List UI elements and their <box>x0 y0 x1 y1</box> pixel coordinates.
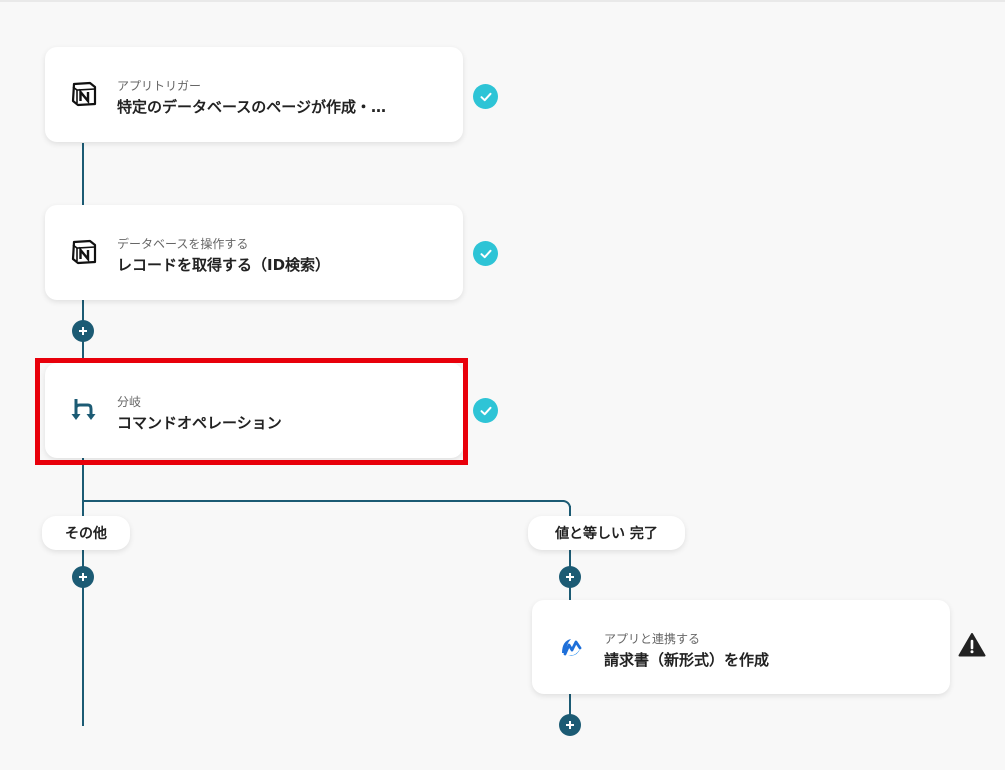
step-card-trigger[interactable]: アプリトリガー 特定のデータベースのページが作成・… <box>45 47 463 142</box>
top-divider <box>0 0 1005 2</box>
step-subtitle: 分岐 <box>117 395 142 409</box>
add-step-button-after-invoice[interactable] <box>559 714 581 736</box>
notion-icon <box>69 237 99 267</box>
step-title: 特定のデータベースのページが作成・… <box>117 98 386 116</box>
add-step-button-right-branch[interactable] <box>559 566 581 588</box>
step-title: レコードを取得する（ID検索） <box>117 256 331 274</box>
step-title: 請求書（新形式）を作成 <box>604 651 770 669</box>
add-step-button[interactable] <box>72 320 94 342</box>
check-icon <box>473 241 498 266</box>
step-title: コマンドオペレーション <box>117 414 282 432</box>
step-card-create-invoice[interactable]: アプリと連携する 請求書（新形式）を作成 <box>532 600 950 694</box>
notion-icon <box>69 79 99 109</box>
branch-label-other[interactable]: その他 <box>42 516 130 550</box>
check-icon <box>473 84 498 109</box>
check-icon <box>473 398 498 423</box>
moneyforward-icon <box>556 632 586 662</box>
step-card-get-record[interactable]: データベースを操作する レコードを取得する（ID検索） <box>45 205 463 300</box>
step-subtitle: データベースを操作する <box>117 237 249 251</box>
step-subtitle: アプリと連携する <box>604 632 701 646</box>
add-step-button-left-branch[interactable] <box>72 566 94 588</box>
branch-icon <box>69 395 99 425</box>
warning-icon[interactable] <box>958 632 986 658</box>
step-card-branch[interactable]: 分岐 コマンドオペレーション <box>45 363 463 458</box>
step-subtitle: アプリトリガー <box>117 79 202 93</box>
branch-label-equals[interactable]: 値と等しい 完了 <box>528 516 685 550</box>
branch-horizontal-line <box>82 500 564 502</box>
